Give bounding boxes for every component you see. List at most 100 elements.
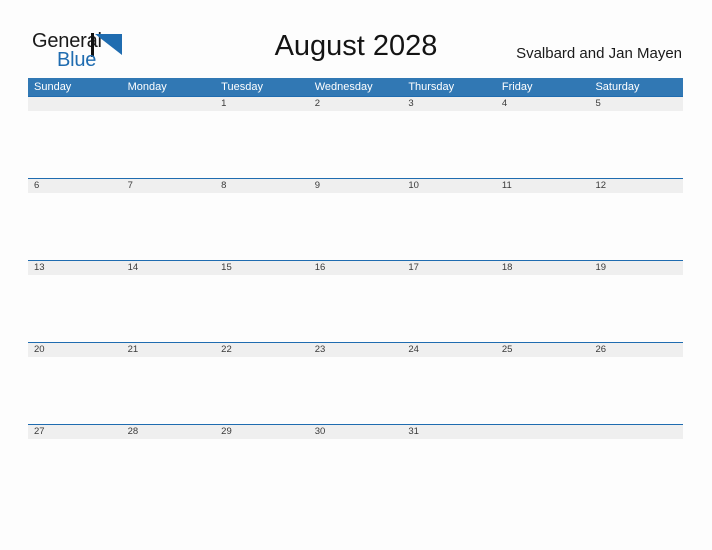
day-cell[interactable] (215, 357, 309, 424)
day-number[interactable]: 7 (122, 179, 216, 193)
day-number[interactable]: 4 (496, 97, 590, 111)
weekday-header-tuesday: Tuesday (221, 81, 263, 93)
day-cell[interactable] (122, 357, 216, 424)
day-number[interactable]: 11 (496, 179, 590, 193)
week-row: 6 7 8 9 10 11 12 (28, 178, 683, 260)
logo-text-blue: Blue (57, 49, 97, 71)
day-number[interactable]: 12 (589, 179, 683, 193)
day-number[interactable]: 24 (402, 343, 496, 357)
week-row: 1 2 3 4 5 (28, 96, 683, 178)
week-date-band: 13 14 15 16 17 18 19 (28, 261, 683, 275)
day-cell[interactable] (28, 439, 122, 457)
day-cell[interactable] (215, 439, 309, 457)
day-cell[interactable] (215, 193, 309, 260)
location-label: Svalbard and Jan Mayen (516, 45, 682, 62)
day-number[interactable]: 22 (215, 343, 309, 357)
day-number[interactable]: 13 (28, 261, 122, 275)
day-number[interactable]: 5 (589, 97, 683, 111)
week-date-band: 6 7 8 9 10 11 12 (28, 179, 683, 193)
day-number[interactable]: 9 (309, 179, 403, 193)
day-cell[interactable] (122, 275, 216, 342)
day-cell[interactable] (402, 111, 496, 178)
day-number[interactable]: 28 (122, 425, 216, 439)
day-cell[interactable] (402, 193, 496, 260)
day-number[interactable] (589, 425, 683, 439)
day-cell[interactable] (496, 275, 590, 342)
day-number[interactable]: 15 (215, 261, 309, 275)
day-number[interactable]: 21 (122, 343, 216, 357)
day-cell[interactable] (28, 193, 122, 260)
day-cell[interactable] (215, 275, 309, 342)
day-cell[interactable] (496, 357, 590, 424)
week-row: 20 21 22 23 24 25 26 (28, 342, 683, 424)
day-number[interactable]: 31 (402, 425, 496, 439)
day-number[interactable]: 8 (215, 179, 309, 193)
day-cell[interactable] (589, 357, 683, 424)
day-cell[interactable] (589, 275, 683, 342)
day-number[interactable]: 23 (309, 343, 403, 357)
week-content-band (28, 111, 683, 178)
day-cell[interactable] (589, 111, 683, 178)
weekday-header-thursday: Thursday (408, 81, 455, 93)
day-number[interactable]: 10 (402, 179, 496, 193)
calendar-page: General Blue August 2028 Svalbard and Ja… (0, 0, 712, 550)
day-cell[interactable] (309, 357, 403, 424)
day-number[interactable]: 27 (28, 425, 122, 439)
week-row: 13 14 15 16 17 18 19 (28, 260, 683, 342)
day-cell[interactable] (122, 439, 216, 457)
day-cell[interactable] (402, 275, 496, 342)
day-cell[interactable] (122, 111, 216, 178)
day-cell[interactable] (309, 111, 403, 178)
day-cell[interactable] (28, 111, 122, 178)
weekday-header-wednesday: Wednesday (314, 81, 373, 93)
week-row: 27 28 29 30 31 (28, 424, 683, 457)
day-cell[interactable] (402, 439, 496, 457)
general-blue-logo[interactable]: General Blue (32, 30, 127, 72)
day-cell[interactable] (122, 193, 216, 260)
day-number[interactable]: 25 (496, 343, 590, 357)
day-number[interactable] (28, 97, 122, 111)
week-date-band: 27 28 29 30 31 (28, 425, 683, 439)
day-number[interactable]: 20 (28, 343, 122, 357)
week-content-band (28, 357, 683, 424)
weekday-header-row: Sunday Monday Tuesday Wednesday Thursday… (28, 78, 683, 96)
day-number[interactable]: 17 (402, 261, 496, 275)
day-cell[interactable] (496, 111, 590, 178)
day-cell[interactable] (402, 357, 496, 424)
day-cell[interactable] (589, 193, 683, 260)
calendar-table: Sunday Monday Tuesday Wednesday Thursday… (28, 78, 683, 457)
day-number[interactable]: 16 (309, 261, 403, 275)
blue-triangle-icon (95, 34, 122, 55)
day-number[interactable]: 18 (496, 261, 590, 275)
week-content-band (28, 193, 683, 260)
day-cell[interactable] (309, 193, 403, 260)
weekday-header-saturday: Saturday (595, 81, 640, 93)
day-number[interactable]: 14 (122, 261, 216, 275)
page-header: General Blue August 2028 Svalbard and Ja… (0, 0, 712, 78)
page-title: August 2028 (274, 30, 438, 62)
day-number[interactable]: 29 (215, 425, 309, 439)
weekday-header-monday: Monday (127, 81, 167, 93)
day-cell[interactable] (496, 439, 590, 457)
day-cell[interactable] (28, 357, 122, 424)
week-content-band (28, 275, 683, 342)
weekday-header-friday: Friday (501, 81, 533, 93)
week-date-band: 20 21 22 23 24 25 26 (28, 343, 683, 357)
day-number[interactable]: 30 (309, 425, 403, 439)
day-cell[interactable] (589, 439, 683, 457)
day-number[interactable]: 6 (28, 179, 122, 193)
day-number[interactable] (122, 97, 216, 111)
day-cell[interactable] (28, 275, 122, 342)
day-number[interactable]: 1 (215, 97, 309, 111)
day-cell[interactable] (309, 439, 403, 457)
day-cell[interactable] (496, 193, 590, 260)
day-cell[interactable] (215, 111, 309, 178)
day-number[interactable]: 3 (402, 97, 496, 111)
week-date-band: 1 2 3 4 5 (28, 97, 683, 111)
day-cell[interactable] (309, 275, 403, 342)
day-number[interactable]: 2 (309, 97, 403, 111)
day-number[interactable]: 19 (589, 261, 683, 275)
day-number[interactable]: 26 (589, 343, 683, 357)
day-number[interactable] (496, 425, 590, 439)
week-content-band (28, 439, 683, 457)
